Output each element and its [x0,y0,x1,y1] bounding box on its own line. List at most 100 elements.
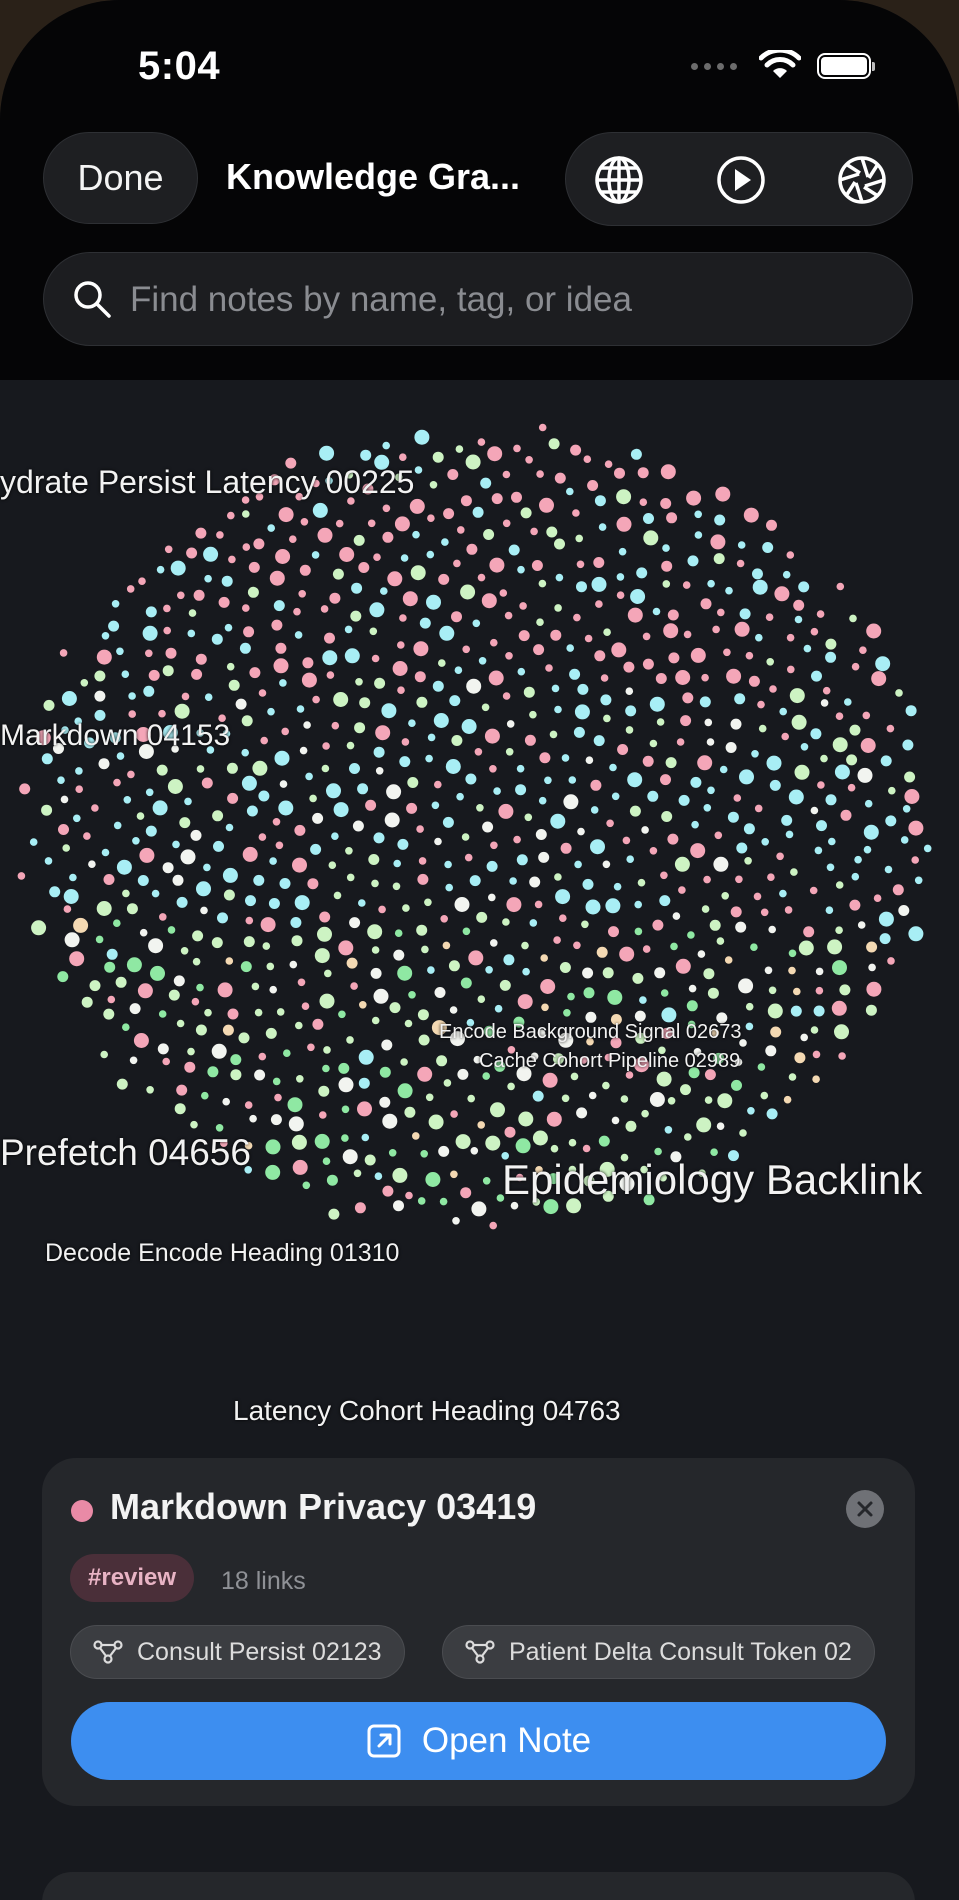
graph-node[interactable] [338,1077,354,1093]
graph-node[interactable] [137,983,153,999]
graph-node[interactable] [394,516,410,532]
graph-node[interactable] [602,860,611,869]
graph-node[interactable] [417,1197,426,1205]
graph-node[interactable] [371,946,380,954]
graph-node[interactable] [752,568,763,580]
graph-node[interactable] [341,1134,349,1142]
graph-node[interactable] [328,861,337,869]
graph-node[interactable] [678,886,686,894]
graph-node[interactable] [69,951,85,967]
graph-node[interactable] [221,575,233,587]
graph-node[interactable] [218,596,230,608]
graph-node[interactable] [767,873,775,881]
graph-node[interactable] [441,538,449,546]
graph-node[interactable] [367,924,383,940]
graph-node[interactable] [100,1050,108,1059]
graph-node[interactable] [172,840,180,849]
graph-node[interactable] [600,674,609,682]
graph-node[interactable] [611,642,627,658]
graph-node[interactable] [266,962,275,971]
graph-node[interactable] [427,966,435,974]
graph-node[interactable] [531,560,543,571]
graph-node[interactable] [481,593,497,609]
graph-node[interactable] [827,939,843,955]
graph-node[interactable] [63,889,79,904]
graph-node[interactable] [335,519,344,528]
graph-node[interactable] [358,562,370,573]
graph-node[interactable] [353,1169,362,1178]
graph-node[interactable] [375,725,391,741]
graph-node[interactable] [550,629,562,641]
graph-node[interactable] [258,1052,267,1061]
graph-node[interactable] [696,1117,712,1133]
graph-node[interactable] [781,814,793,826]
graph-node[interactable] [400,554,409,562]
graph-node[interactable] [137,875,149,886]
graph-node[interactable] [246,805,258,817]
graph-node[interactable] [179,817,191,829]
graph-node[interactable] [127,770,135,779]
graph-node[interactable] [159,913,167,921]
graph-node[interactable] [367,519,376,528]
graph-node[interactable] [429,481,438,489]
graph-node[interactable] [354,1202,366,1214]
graph-node[interactable] [649,696,665,712]
graph-node[interactable] [222,1097,230,1106]
graph-node[interactable] [706,738,715,746]
graph-node[interactable] [116,647,124,656]
graph-node[interactable] [810,627,819,636]
graph-node[interactable] [88,860,96,868]
graph-node[interactable] [310,843,322,855]
graph-node[interactable] [167,779,183,794]
graph-node[interactable] [905,705,917,717]
graph-node[interactable] [442,816,454,828]
graph-node[interactable] [265,1139,281,1155]
graph-node[interactable] [493,787,501,795]
graph-node[interactable] [293,607,301,616]
graph-node[interactable] [716,937,725,945]
graph-node[interactable] [421,945,429,954]
graph-node[interactable] [885,815,897,827]
graph-node[interactable] [414,466,423,474]
graph-node[interactable] [241,775,257,791]
graph-node[interactable] [765,613,774,621]
graph-node[interactable] [745,1022,754,1031]
graph-node[interactable] [554,538,565,550]
graph-node[interactable] [563,794,579,810]
graph-node[interactable] [735,921,747,933]
graph-node[interactable] [417,1066,433,1082]
graph-node[interactable] [522,967,530,976]
graph-node[interactable] [299,746,308,755]
graph-node[interactable] [738,978,754,994]
graph-node[interactable] [576,1107,588,1119]
graph-node[interactable] [754,804,763,813]
graph-node[interactable] [509,877,517,885]
graph-node[interactable] [864,799,873,808]
graph-node[interactable] [707,987,719,999]
graph-node[interactable] [331,721,340,730]
graph-node[interactable] [158,1010,167,1018]
graph-node[interactable] [389,1002,401,1014]
graph-node[interactable] [566,644,574,652]
graph-node[interactable] [803,644,812,653]
graph-node[interactable] [538,796,547,805]
graph-node[interactable] [622,836,631,845]
graph-node[interactable] [766,1108,778,1120]
graph-node[interactable] [460,495,472,507]
graph-node[interactable] [760,1091,769,1100]
graph-node[interactable] [851,872,860,881]
graph-node[interactable] [704,1096,713,1104]
graph-node[interactable] [242,543,251,551]
graph-node[interactable] [697,755,713,771]
graph-node[interactable] [857,921,866,929]
graph-node[interactable] [585,899,601,915]
graph-node[interactable] [157,1043,169,1055]
graph-node[interactable] [908,926,924,942]
graph-node[interactable] [116,752,125,760]
graph-node[interactable] [442,941,451,950]
graph-node[interactable] [126,957,142,973]
graph-node[interactable] [573,613,581,622]
graph-node[interactable] [397,965,413,981]
graph-node[interactable] [399,756,411,768]
graph-node[interactable] [222,867,238,883]
